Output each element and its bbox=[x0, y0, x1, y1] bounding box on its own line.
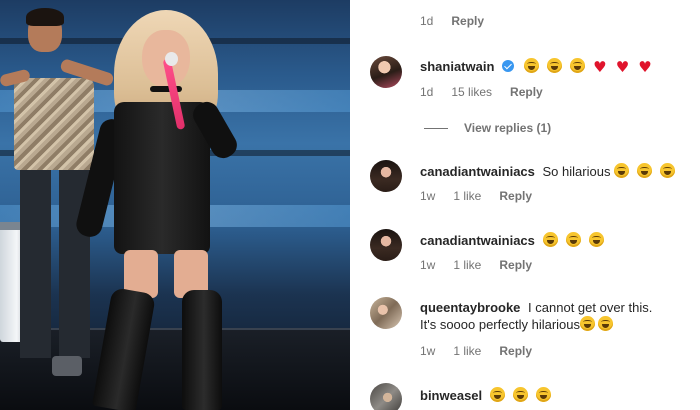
grinning-squinting-face-icon bbox=[546, 58, 562, 73]
reply-button[interactable]: Reply bbox=[499, 258, 532, 272]
reply-button[interactable]: Reply bbox=[499, 344, 532, 358]
verified-badge-icon bbox=[502, 60, 515, 72]
comment-emojis: ♥ ♥ ♥ bbox=[523, 58, 656, 76]
comment-emojis bbox=[614, 163, 678, 180]
avatar[interactable] bbox=[370, 56, 402, 88]
reply-button[interactable]: Reply bbox=[510, 85, 543, 99]
replies-divider bbox=[424, 127, 448, 129]
avatar[interactable] bbox=[370, 297, 402, 329]
view-replies-label: View replies (1) bbox=[464, 121, 552, 135]
comment-username[interactable]: canadiantwainiacs bbox=[420, 233, 535, 248]
singer bbox=[62, 0, 272, 410]
reply-button[interactable]: Reply bbox=[451, 14, 484, 28]
grinning-squinting-face-icon bbox=[523, 58, 539, 73]
grinning-squinting-face-icon bbox=[512, 387, 528, 402]
red-heart-icon: ♥ bbox=[593, 58, 608, 76]
comment-emojis bbox=[580, 316, 616, 333]
avatar[interactable] bbox=[370, 383, 402, 410]
comment-username[interactable]: canadiantwainiacs bbox=[420, 164, 535, 179]
comment-username[interactable]: queentaybrooke bbox=[420, 300, 520, 315]
comment-username[interactable]: shaniatwain bbox=[420, 59, 494, 74]
avatar[interactable] bbox=[370, 229, 402, 261]
likes-count[interactable]: 1 like bbox=[453, 258, 481, 272]
red-heart-icon: ♥ bbox=[615, 58, 631, 76]
reply-button[interactable]: Reply bbox=[499, 189, 532, 203]
grinning-squinting-face-icon bbox=[588, 232, 604, 247]
likes-count[interactable]: 1 like bbox=[453, 344, 481, 358]
comment-text-line2: It's soooo perfectly hilarious bbox=[420, 317, 581, 332]
comment-text: So hilarious bbox=[542, 164, 611, 179]
grinning-squinting-face-icon bbox=[536, 387, 552, 402]
comment-text-line1: I cannot get over this. bbox=[528, 300, 653, 315]
red-heart-icon: ♥ bbox=[638, 58, 653, 76]
grinning-squinting-face-icon bbox=[637, 163, 653, 178]
grinning-squinting-face-icon bbox=[565, 232, 581, 247]
comment-emojis bbox=[542, 232, 607, 249]
comment-time: 1w bbox=[420, 344, 436, 358]
grinning-squinting-face-icon bbox=[598, 316, 614, 331]
comment-time: 1w bbox=[420, 258, 436, 272]
post-media[interactable] bbox=[0, 0, 350, 410]
comments-panel[interactable]: 1d Reply shaniatwain ♥ ♥ ♥ 1d 15 likes R… bbox=[350, 0, 700, 410]
comment-emojis bbox=[489, 387, 554, 404]
comment-time: 1w bbox=[420, 189, 436, 203]
grinning-squinting-face-icon bbox=[580, 316, 596, 331]
grinning-squinting-face-icon bbox=[660, 163, 676, 178]
likes-count[interactable]: 1 like bbox=[453, 189, 481, 203]
comment-time: 1d bbox=[420, 85, 434, 99]
grinning-squinting-face-icon bbox=[569, 58, 585, 73]
grinning-squinting-face-icon bbox=[489, 387, 505, 402]
comment-username[interactable]: binweasel bbox=[420, 388, 482, 403]
view-replies-button[interactable]: View replies (1) bbox=[424, 121, 551, 135]
likes-count[interactable]: 15 likes bbox=[451, 85, 492, 99]
avatar[interactable] bbox=[370, 160, 402, 192]
grinning-squinting-face-icon bbox=[542, 232, 558, 247]
comment-time: 1d bbox=[420, 14, 434, 28]
grinning-squinting-face-icon bbox=[614, 163, 630, 178]
